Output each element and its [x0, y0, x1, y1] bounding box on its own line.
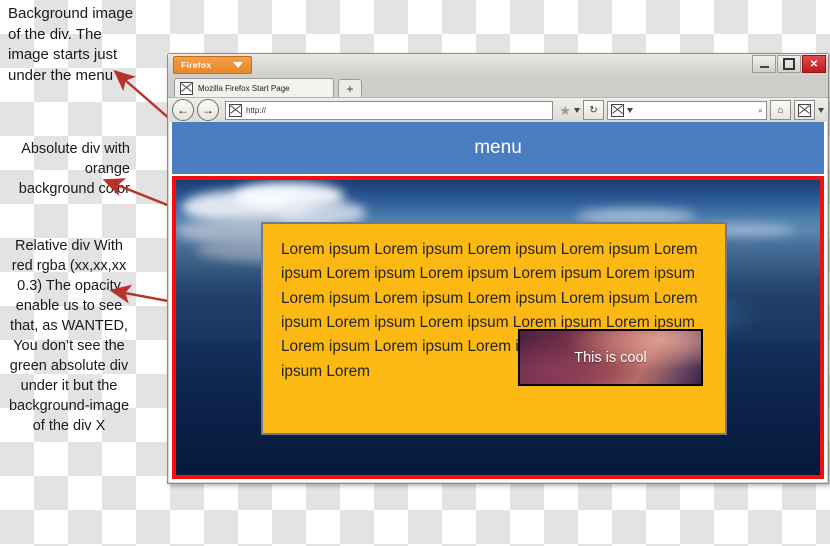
broken-image-icon — [229, 103, 242, 117]
new-tab-label: + — [346, 82, 354, 96]
chevron-down-icon[interactable] — [818, 107, 824, 113]
close-button[interactable]: ✕ — [802, 55, 826, 73]
forward-button[interactable]: → — [197, 99, 219, 121]
page-menu-bar: menu — [172, 122, 824, 174]
window-titlebar: Firefox ✕ — [168, 54, 828, 76]
broken-image-icon — [798, 103, 811, 117]
absolute-div-orange: Lorem ipsum Lorem ipsum Lorem ipsum Lore… — [261, 222, 727, 435]
annotation-absolute-div: Absolute div with orange background colo… — [18, 141, 130, 197]
chevron-down-icon — [233, 62, 243, 68]
broken-image-icon — [180, 81, 193, 95]
menu-label: menu — [474, 137, 522, 158]
home-button[interactable]: ⌂ — [770, 100, 791, 120]
tab-strip: Mozilla Firefox Start Page + — [168, 76, 828, 98]
chevron-down-icon[interactable] — [627, 107, 633, 113]
annotation-background-image: Background image of the div. The image s… — [8, 5, 134, 85]
maximize-icon — [783, 58, 795, 70]
annotation-relative-div: Relative div With red rgba (xx,xx,xx 0.3… — [8, 238, 130, 434]
reload-button[interactable]: ↻ — [583, 100, 604, 120]
forward-arrow-icon: → — [202, 103, 214, 117]
reload-icon: ↻ — [589, 104, 598, 116]
browser-window: Firefox ✕ Mozilla Firefox Start Page + ←… — [167, 53, 829, 484]
cool-image-caption: This is cool — [574, 349, 647, 366]
tab-label: Mozilla Firefox Start Page — [198, 83, 290, 93]
search-engine-icon — [611, 103, 624, 117]
extension-button[interactable] — [794, 100, 815, 120]
new-tab-button[interactable]: + — [338, 79, 362, 98]
bookmark-star-icon[interactable]: ★ — [559, 104, 571, 117]
url-text: http:// — [246, 105, 267, 115]
search-bar[interactable]: ⌕ — [607, 100, 767, 120]
search-icon: ⌕ — [757, 104, 763, 115]
navigation-toolbar: ← → http:// ★ ↻ ⌕ ⌂ — [168, 97, 828, 122]
url-bar[interactable]: http:// — [225, 100, 554, 120]
cool-image: This is cool — [518, 329, 703, 386]
page-viewport: menu Lorem ipsum Lorem ipsum Lorem ipsum… — [169, 122, 827, 482]
firefox-menu-button[interactable]: Firefox — [173, 56, 252, 74]
chevron-down-icon[interactable] — [574, 107, 580, 113]
maximize-button[interactable] — [777, 55, 801, 73]
minimize-icon — [759, 66, 769, 68]
minimize-button[interactable] — [752, 55, 776, 73]
home-icon: ⌂ — [777, 104, 784, 116]
back-button[interactable]: ← — [172, 99, 194, 121]
firefox-menu-label: Firefox — [181, 60, 212, 70]
window-controls: ✕ — [752, 55, 826, 73]
relative-div-red-border: Lorem ipsum Lorem ipsum Lorem ipsum Lore… — [172, 176, 824, 479]
back-arrow-icon: ← — [177, 103, 189, 117]
tab-mozilla-firefox-start-page[interactable]: Mozilla Firefox Start Page — [174, 78, 334, 97]
close-icon: ✕ — [809, 58, 819, 70]
